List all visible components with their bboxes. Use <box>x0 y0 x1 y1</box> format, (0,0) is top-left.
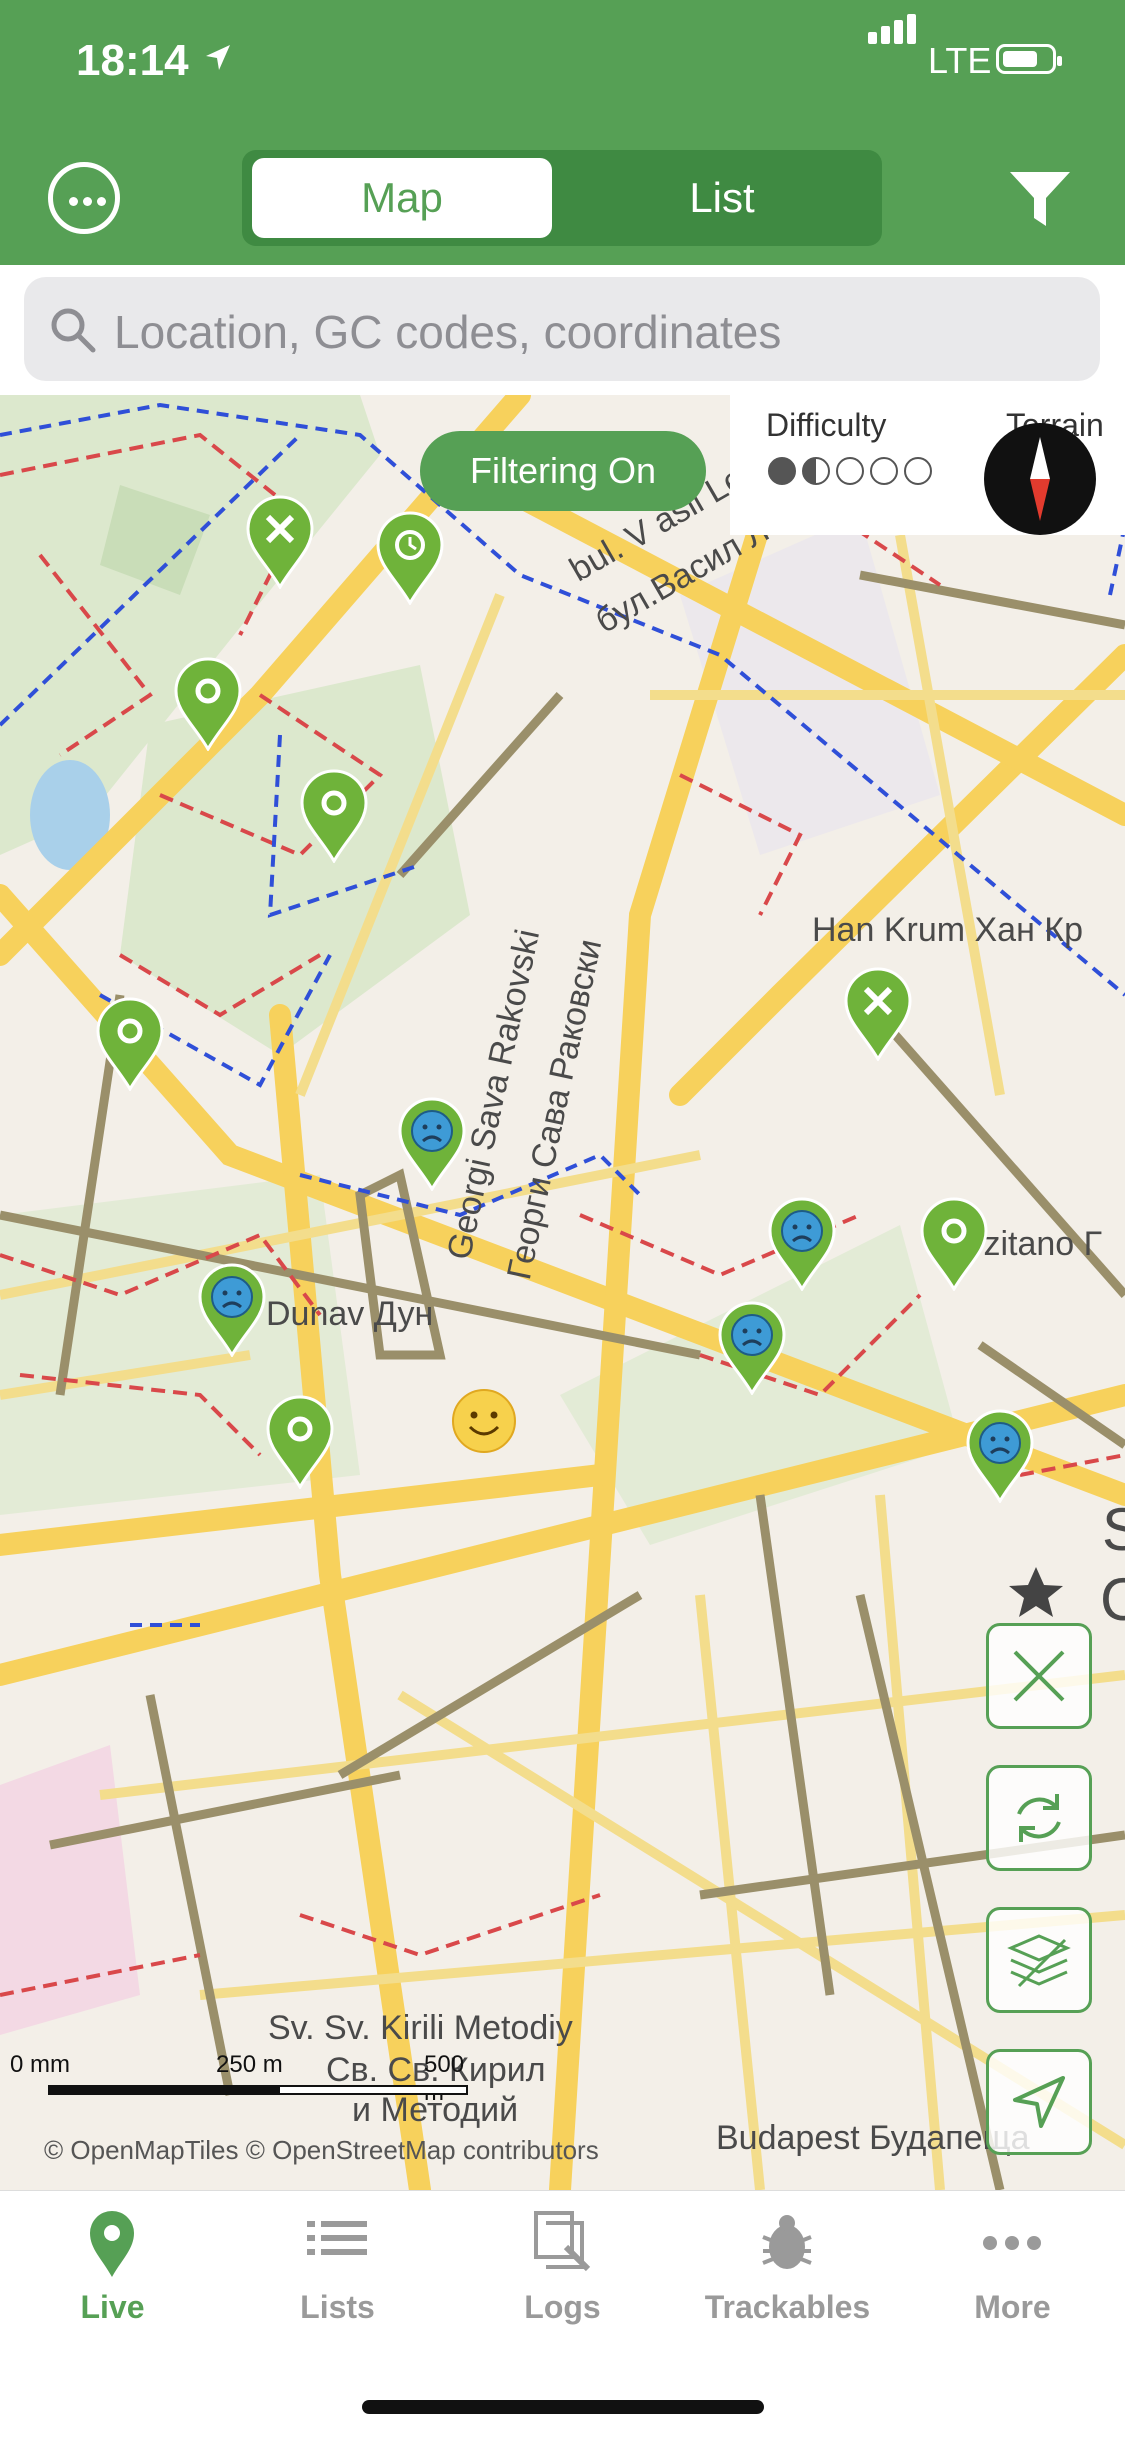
district-label: Han Krum Хан Кр <box>812 911 1084 949</box>
tab-label: Trackables <box>704 2289 871 2325</box>
battery-icon <box>996 44 1062 74</box>
street-label: Sv. Sv. Kirili Metodiy <box>268 2009 573 2047</box>
difficulty-label: Difficulty <box>766 407 887 443</box>
cache-pin-traditional-icon[interactable] <box>918 1195 990 1291</box>
search-input[interactable]: Location, GC codes, coordinates <box>24 277 1100 381</box>
list-icon <box>307 2221 367 2255</box>
user-location-smiley-icon <box>452 1389 516 1453</box>
search-area: Location, GC codes, coordinates <box>0 265 1125 395</box>
cache-pin-traditional-icon[interactable] <box>172 655 244 751</box>
cache-pin-dnf-icon[interactable] <box>396 1095 468 1191</box>
filtering-on-badge[interactable]: Filtering On <box>420 431 706 511</box>
header-bar: 18:14 LTE Map List <box>0 0 1125 265</box>
cache-pin-traditional-icon[interactable] <box>94 995 166 1091</box>
status-time: 18:14 <box>76 36 189 85</box>
cache-pin-event-icon[interactable] <box>374 509 446 605</box>
navigation-arrow-icon <box>1013 2076 1065 2128</box>
cache-pin-dnf-icon[interactable] <box>716 1299 788 1395</box>
trackable-bug-icon <box>762 2215 812 2269</box>
tab-map[interactable]: Map <box>252 158 552 238</box>
difficulty-rating-icon <box>768 457 932 485</box>
tab-label: Lists <box>300 2289 375 2325</box>
cache-pin-dnf-icon[interactable] <box>964 1407 1036 1503</box>
search-placeholder: Location, GC codes, coordinates <box>114 306 782 358</box>
network-label: LTE <box>928 40 992 81</box>
tab-label: More <box>974 2289 1051 2325</box>
cache-pin-dnf-icon[interactable] <box>766 1195 838 1291</box>
scale-label: 500 m <box>424 2051 465 2106</box>
street-label: Budapest Будапеща <box>716 2119 1030 2157</box>
more-options-button[interactable] <box>48 162 120 234</box>
map-tiles <box>0 395 1125 2190</box>
edge-label: C <box>1100 1566 1125 1633</box>
tab-lists[interactable]: Lists <box>225 2191 450 2351</box>
view-segmented-control: Map List <box>242 150 882 246</box>
more-dots-icon <box>983 2236 1041 2250</box>
map-attribution[interactable]: © OpenMapTiles © OpenStreetMap contribut… <box>44 2135 599 2166</box>
home-indicator[interactable] <box>362 2400 764 2414</box>
tab-live[interactable]: Live <box>0 2191 225 2351</box>
refresh-icon <box>1017 1794 1061 1842</box>
tab-list[interactable]: List <box>572 158 872 238</box>
tab-trackables[interactable]: Trackables <box>675 2191 900 2351</box>
tab-label: Live <box>80 2289 145 2325</box>
center-location-button[interactable] <box>986 2049 1092 2155</box>
edge-label: S <box>1102 1496 1125 1563</box>
scale-label: 250 m <box>216 2051 283 2078</box>
street-label: Dunav Дун <box>266 1295 434 1333</box>
clear-route-button[interactable] <box>986 1623 1092 1729</box>
map-view[interactable]: bul. V asil Le бул.Васил Левски Han Krum… <box>0 395 1125 2190</box>
cache-pin-traditional-icon[interactable] <box>298 767 370 863</box>
logs-icon <box>534 2211 591 2272</box>
map-scale-bar: 0 mm 250 m 500 m <box>10 2051 490 2131</box>
scale-label: 0 mm <box>10 2051 70 2078</box>
layers-icon <box>1007 1934 1071 1988</box>
cache-pin-solved-icon[interactable] <box>842 965 914 1061</box>
cache-pin-traditional-icon[interactable] <box>264 1393 336 1489</box>
filter-icon[interactable] <box>1008 168 1072 230</box>
location-arrow-icon <box>206 45 230 70</box>
map-layers-button[interactable] <box>986 1907 1092 2013</box>
map-pin-icon <box>90 2211 134 2277</box>
tab-logs[interactable]: Logs <box>450 2191 675 2351</box>
close-icon <box>1013 1650 1065 1702</box>
search-icon <box>51 308 96 353</box>
compass-icon[interactable] <box>984 423 1096 535</box>
cache-pin-dnf-icon[interactable] <box>196 1261 268 1357</box>
tab-more[interactable]: More <box>900 2191 1125 2351</box>
refresh-button[interactable] <box>986 1765 1092 1871</box>
tab-label: Logs <box>524 2289 601 2325</box>
cache-pin-solved-icon[interactable] <box>244 493 316 589</box>
